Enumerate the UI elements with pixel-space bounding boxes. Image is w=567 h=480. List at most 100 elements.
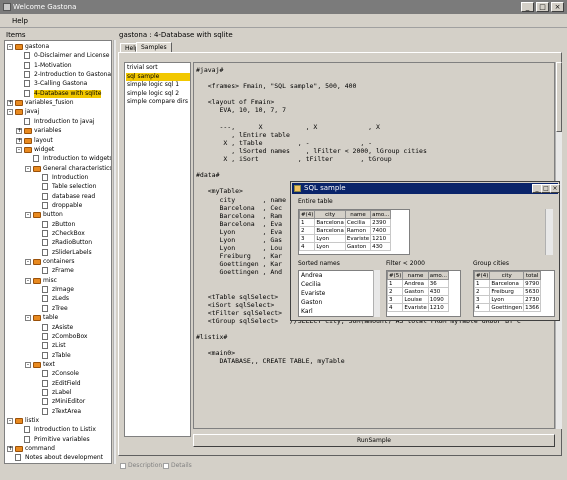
collapse-icon[interactable]: -	[7, 109, 13, 116]
tree-node[interactable]: zFrame	[5, 267, 111, 275]
tree-node[interactable]: - javaj	[5, 108, 111, 116]
filter-table[interactable]: #(5) name amo... 1 Andrea 36 2 Gaston 430 3 Louise…	[386, 270, 461, 317]
tree-node[interactable]: zLabel	[5, 388, 111, 397]
tree-node[interactable]: + variables	[5, 127, 111, 135]
tree-node[interactable]: - text	[5, 361, 111, 369]
tree-node[interactable]: 2-Introduction to Gastona	[5, 71, 111, 79]
expand-icon[interactable]: +	[7, 100, 13, 107]
tree-node[interactable]: zTree	[5, 304, 111, 313]
table-row[interactable]: 1 Barcelona Cecilia 2390	[299, 218, 392, 227]
tree-node[interactable]: Table selection	[5, 183, 111, 191]
tree-node[interactable]: database read	[5, 192, 111, 201]
tree-node[interactable]: droppable	[5, 201, 111, 210]
column-header[interactable]: #(5)	[387, 271, 404, 280]
column-header[interactable]: name	[402, 271, 429, 280]
tree-node[interactable]: Introduction to widgets	[5, 155, 111, 163]
sorted-name-item[interactable]: Evariste	[299, 289, 379, 298]
tree-node[interactable]: - containers	[5, 258, 111, 266]
expand-icon[interactable]: +	[16, 128, 22, 135]
entire-table-scrollbar[interactable]	[545, 209, 553, 255]
tree-node[interactable]: - widget	[5, 146, 111, 154]
tree-node[interactable]: Primitive variables	[5, 435, 111, 444]
tree-node[interactable]: 0-Disclaimer and License	[5, 52, 111, 60]
tree-node[interactable]: zButton	[5, 220, 111, 229]
tree-node[interactable]: - button	[5, 211, 111, 219]
group-table[interactable]: #(4) city total 1 Barcelona 9790 2 Freiburg 5630…	[473, 270, 555, 317]
tree-node[interactable]: Introduction	[5, 173, 111, 182]
tree-node[interactable]: 1-Motivation	[5, 61, 111, 70]
items-tree[interactable]: - gastona 0-Disclaimer and License 1-Motiva…	[4, 40, 112, 464]
minimize-button[interactable]: _	[521, 2, 534, 12]
table-row[interactable]: 3 Lyon 2730	[474, 295, 542, 304]
sorted-names-list[interactable]: Andrea Cecilia Evariste Gaston Karl	[298, 270, 380, 317]
run-sample-button[interactable]: RunSample	[193, 434, 555, 447]
details-checkbox[interactable]: Details	[163, 462, 192, 470]
tree-node[interactable]: Notes about development	[5, 454, 111, 462]
column-header[interactable]: #(4)	[299, 210, 316, 219]
column-header[interactable]: city	[314, 210, 346, 219]
sample-list-item[interactable]: trivial sort	[126, 64, 190, 72]
tree-node[interactable]: - General characteristics	[5, 165, 111, 173]
sorted-scrollbar[interactable]	[373, 270, 380, 317]
column-header[interactable]: city	[489, 271, 525, 280]
collapse-icon[interactable]: -	[25, 212, 31, 219]
splitter[interactable]	[113, 40, 116, 464]
table-row[interactable]: 4 Lyon Gaston 430	[299, 242, 392, 251]
tree-node[interactable]: zRadioButton	[5, 239, 111, 247]
collapse-icon[interactable]: -	[25, 315, 31, 322]
tree-node[interactable]: zTextArea	[5, 407, 111, 416]
tree-node[interactable]: Introduction to Listix	[5, 426, 111, 434]
column-header[interactable]: total	[523, 271, 542, 280]
column-header[interactable]: amo...	[370, 210, 392, 219]
column-header[interactable]: amo...	[427, 271, 449, 280]
table-row[interactable]: 1 Barcelona 9790	[474, 279, 542, 288]
expand-icon[interactable]: +	[7, 446, 13, 453]
tree-node[interactable]: zEditField	[5, 379, 111, 388]
collapse-icon[interactable]: -	[25, 361, 31, 368]
entire-table[interactable]: #(4) city name amo... 1 Barcelona Cecilia 2390 2…	[298, 209, 410, 255]
tree-node[interactable]: zImage	[5, 286, 111, 294]
table-row[interactable]: 2 Barcelona Ramon 7400	[299, 226, 392, 235]
collapse-icon[interactable]: -	[25, 165, 31, 172]
tree-node[interactable]: 4-Database with sqlite	[5, 89, 111, 98]
editor-scrollbar-thumb[interactable]	[556, 62, 562, 132]
tree-node[interactable]: - misc	[5, 277, 111, 285]
collapse-icon[interactable]: -	[25, 259, 31, 266]
sample-list-item[interactable]: simple compare dirs dem	[126, 98, 190, 106]
column-header[interactable]: #(4)	[474, 271, 491, 280]
collapse-icon[interactable]: -	[7, 418, 13, 424]
collapse-icon[interactable]: -	[7, 44, 13, 50]
tree-node[interactable]: + variables_fusion	[5, 99, 111, 107]
sample-list-item[interactable]: simple logic sql 1	[126, 81, 190, 89]
tree-node[interactable]: - table	[5, 314, 111, 322]
tree-node[interactable]: 3-Calling Gastona	[5, 80, 111, 88]
table-row[interactable]: 3 Lyon Evariste 1210	[299, 234, 392, 243]
tree-node[interactable]: - gastona	[5, 43, 111, 51]
dialog-close-button[interactable]: ×	[550, 184, 560, 193]
collapse-icon[interactable]: -	[25, 277, 31, 284]
tree-node[interactable]: zComboBox	[5, 332, 111, 341]
tree-node[interactable]: + command	[5, 445, 111, 453]
tree-node[interactable]: Introduction to javaj	[5, 117, 111, 126]
tree-node[interactable]: zConsole	[5, 370, 111, 378]
table-row[interactable]: 4 Evariste 1210	[387, 303, 449, 312]
tree-node[interactable]: zList	[5, 342, 111, 350]
tree-node[interactable]: zAsiste	[5, 323, 111, 332]
samples-list[interactable]: trivial sort sql sample simple logic sql 1…	[124, 62, 191, 437]
sorted-name-item[interactable]: Gaston	[299, 298, 379, 307]
expand-icon[interactable]: +	[16, 137, 22, 144]
tree-node[interactable]: zMiniEditor	[5, 398, 111, 406]
tree-node[interactable]: zSliderLabels	[5, 248, 111, 257]
tree-node[interactable]: zTable	[5, 351, 111, 360]
table-row[interactable]: 2 Freiburg 5630	[474, 287, 542, 296]
tree-node[interactable]: + layout	[5, 137, 111, 145]
sample-list-item[interactable]: sql sample	[126, 72, 190, 81]
sorted-name-item[interactable]: Karl	[299, 307, 379, 316]
tree-node[interactable]: - listix	[5, 417, 111, 425]
table-row[interactable]: 1 Andrea 36	[387, 279, 449, 288]
sample-list-item[interactable]: simple logic sql 2	[126, 90, 190, 98]
tree-node[interactable]: zCheckBox	[5, 230, 111, 238]
close-button[interactable]: ×	[551, 2, 564, 12]
table-row[interactable]: 4 Goettingen 1366	[474, 303, 542, 312]
sorted-name-item[interactable]: Andrea	[299, 271, 379, 280]
